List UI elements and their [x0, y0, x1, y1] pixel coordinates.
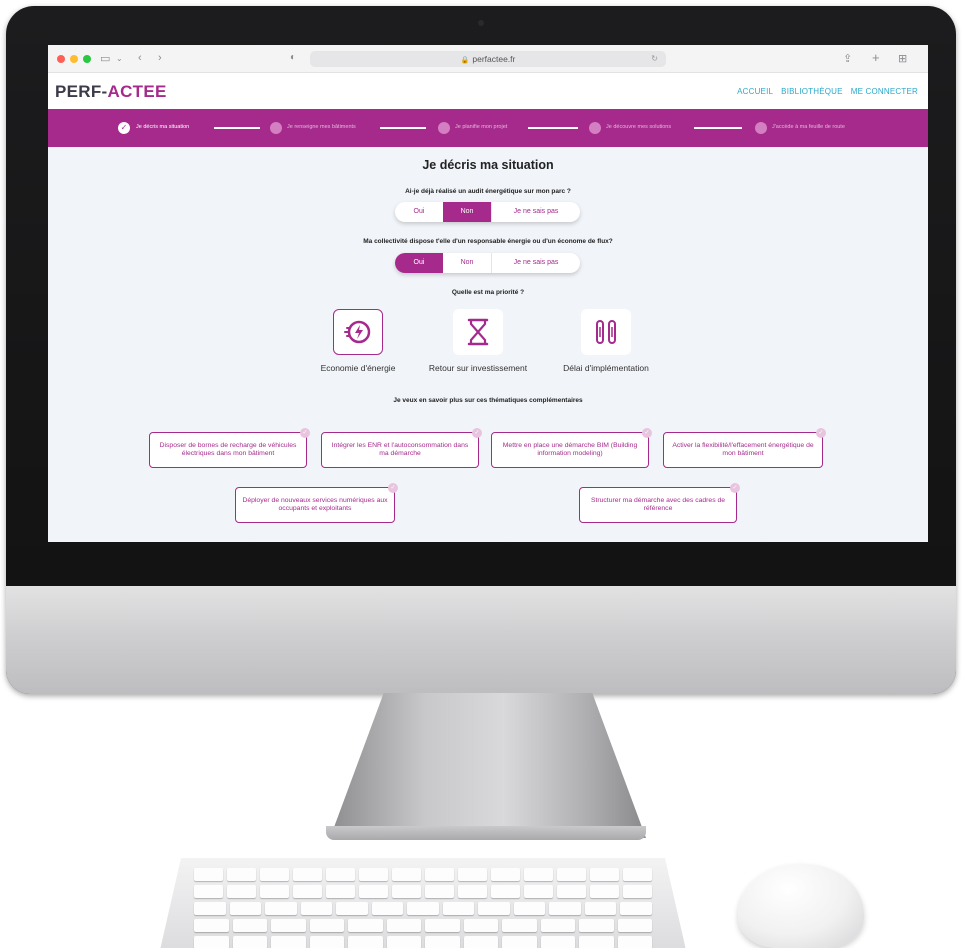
audit-option-non[interactable]: Non	[443, 202, 491, 222]
step-1-label: Je décris ma situation	[136, 124, 190, 130]
topic-label: Mettre en place une démarche BIM (Buildi…	[502, 441, 638, 457]
responsable-toggle: Oui Non Je ne sais pas	[395, 253, 580, 273]
imac-chin	[6, 586, 956, 694]
topic-services-numeriques[interactable]: Déployer de nouveaux services numériques…	[235, 483, 398, 523]
nav-accueil[interactable]: ACCUEIL	[737, 87, 773, 96]
audit-toggle: Oui Non Je ne sais pas	[395, 202, 580, 222]
priority-economie-energie[interactable]	[333, 309, 383, 355]
question-responsable-energie: Ma collectivité dispose t'elle d'un resp…	[363, 238, 613, 245]
check-icon: ✓	[730, 483, 740, 493]
check-icon: ✓	[300, 428, 310, 438]
step-connector	[694, 127, 742, 129]
tools-icon	[596, 320, 616, 344]
check-icon: ✓	[472, 428, 482, 438]
site-header: PERF-ACTEE ACCUEIL BIBLIOTHÈQUE ME CONNE…	[48, 73, 928, 109]
sidebar-icon[interactable]: ▭	[100, 52, 110, 65]
check-icon: ✓	[816, 428, 826, 438]
topic-flexibilite[interactable]: Activer la flexibilité/l'effacement éner…	[663, 428, 826, 468]
share-icon[interactable]: ⇪	[843, 52, 852, 65]
window-controls	[57, 55, 91, 63]
step-connector	[214, 127, 260, 129]
imac-stand-base	[326, 826, 646, 840]
priority-label-delai: Délai d'implémentation	[563, 363, 649, 373]
zoom-window-button[interactable]	[83, 55, 91, 63]
energy-plug-icon	[344, 320, 371, 344]
main-nav: ACCUEIL BIBLIOTHÈQUE ME CONNECTER	[737, 87, 918, 96]
question-thematiques: Je veux en savoir plus sur ces thématiqu…	[393, 397, 583, 404]
topic-label: Activer la flexibilité/l'effacement éner…	[672, 441, 814, 457]
chevron-down-icon[interactable]: ⌄	[116, 54, 123, 63]
nav-bibliotheque[interactable]: BIBLIOTHÈQUE	[781, 87, 843, 96]
step-5-label: J'accède à ma feuille de route	[772, 124, 845, 130]
check-icon: ✓	[388, 483, 398, 493]
lock-icon: 🔒	[460, 57, 470, 64]
address-bar[interactable]: 🔒 perfactee.fr ↻	[310, 51, 666, 67]
main-content: Je décris ma situation Ai-je déjà réalis…	[48, 147, 928, 542]
step-4-dot[interactable]	[589, 122, 601, 134]
step-3-label: Je planifie mon projet	[455, 124, 508, 130]
camera	[478, 20, 484, 26]
new-tab-icon[interactable]: +	[872, 50, 880, 65]
topic-enr-autoconsommation[interactable]: Intégrer les ENR et l'autoconsommation d…	[321, 428, 482, 468]
nav-me-connecter[interactable]: ME CONNECTER	[851, 87, 918, 96]
topic-label: Déployer de nouveaux services numériques…	[242, 496, 388, 512]
step-2-label: Je renseigne mes bâtiments	[287, 124, 356, 130]
close-window-button[interactable]	[57, 55, 65, 63]
question-priorite: Quelle est ma priorité ?	[451, 289, 525, 296]
topic-label: Intégrer les ENR et l'autoconsommation d…	[331, 441, 469, 457]
forward-icon[interactable]: ›	[158, 52, 162, 64]
step-3-dot[interactable]	[438, 122, 450, 134]
step-1-check-icon[interactable]: ✓	[118, 122, 130, 134]
screen: ▭ ⌄ ‹ › ◐ 🔒 perfactee.fr ↻ ⇪ + ⊞ PERF-ACT…	[48, 45, 928, 542]
url-text: perfactee.fr	[472, 54, 516, 64]
imac-stand	[330, 693, 646, 838]
topic-demarche-bim[interactable]: Mettre en place une démarche BIM (Buildi…	[491, 428, 652, 468]
topic-bornes-recharge[interactable]: Disposer de bornes de recharge de véhicu…	[149, 428, 310, 468]
tab-overview-icon[interactable]: ⊞	[898, 52, 907, 65]
priority-retour-investissement[interactable]	[453, 309, 503, 355]
back-icon[interactable]: ‹	[138, 52, 142, 64]
audit-option-je-ne-sais-pas[interactable]: Je ne sais pas	[491, 202, 580, 222]
step-5-dot[interactable]	[755, 122, 767, 134]
audit-option-oui[interactable]: Oui	[395, 202, 443, 222]
hourglass-icon	[467, 318, 489, 346]
topic-label: Structurer ma démarche avec des cadres d…	[590, 496, 726, 512]
logo[interactable]: PERF-ACTEE	[55, 82, 167, 102]
topic-label: Disposer de bornes de recharge de véhicu…	[159, 441, 297, 457]
progress-stepper: ✓ Je décris ma situation Je renseigne me…	[48, 109, 928, 147]
step-connector	[528, 127, 578, 129]
browser-toolbar: ▭ ⌄ ‹ › ◐ 🔒 perfactee.fr ↻ ⇪ + ⊞	[48, 45, 928, 73]
priority-delai-implementation[interactable]	[581, 309, 631, 355]
page-title: Je décris ma situation	[422, 158, 554, 172]
logo-text: PERF-	[55, 82, 108, 101]
responsable-option-je-ne-sais-pas[interactable]: Je ne sais pas	[491, 253, 580, 273]
responsable-option-non[interactable]: Non	[443, 253, 491, 273]
mouse	[738, 864, 864, 948]
step-4-label: Je découvre mes solutions	[606, 124, 672, 130]
reload-icon[interactable]: ↻	[651, 51, 658, 67]
minimize-window-button[interactable]	[70, 55, 78, 63]
privacy-shield-icon[interactable]: ◐	[290, 52, 296, 63]
step-connector	[380, 127, 426, 129]
priority-label-economie: Economie d'énergie	[320, 363, 396, 373]
logo-accent-text: ACTEE	[107, 82, 167, 101]
check-icon: ✓	[642, 428, 652, 438]
responsable-option-oui[interactable]: Oui	[395, 253, 443, 273]
priority-label-retour: Retour sur investissement	[428, 363, 528, 373]
topic-cadres-reference[interactable]: Structurer ma démarche avec des cadres d…	[579, 483, 740, 523]
question-audit: Ai-je déjà réalisé un audit énergétique …	[405, 188, 571, 195]
keyboard	[160, 858, 686, 948]
step-2-dot[interactable]	[270, 122, 282, 134]
